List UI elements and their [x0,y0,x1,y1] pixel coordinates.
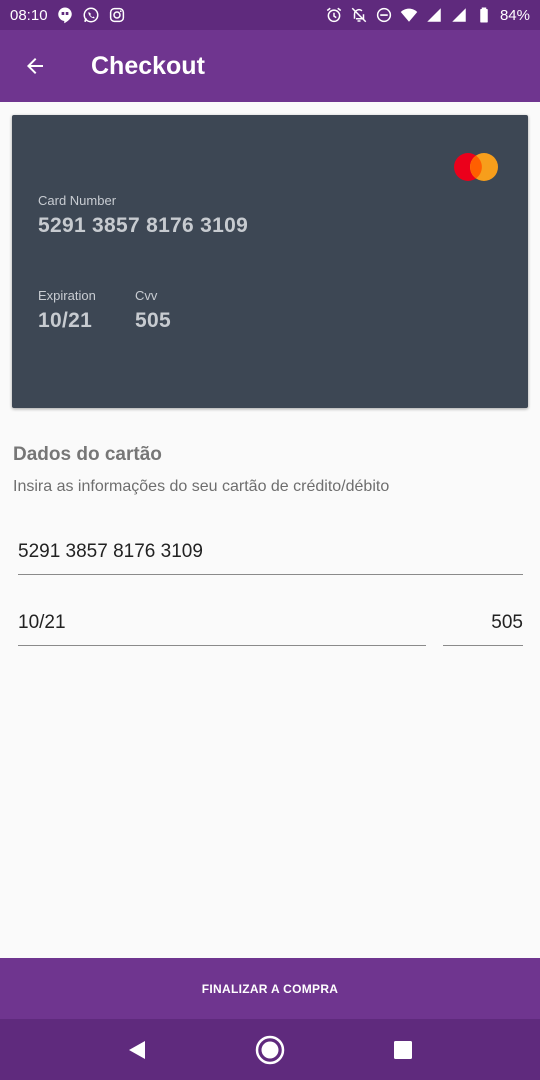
mastercard-icon [454,153,498,181]
card-expiration-label: Expiration [38,288,96,303]
notifications-off-icon [350,6,368,24]
page-title: Checkout [91,51,205,80]
back-button[interactable] [0,30,70,102]
status-battery-text: 84% [499,6,530,24]
wifi-icon [400,6,418,24]
cvv-input[interactable] [443,608,523,646]
card-data-title: Dados do cartão [13,444,162,465]
arrow-back-icon [23,54,47,78]
nav-back-button[interactable] [113,1026,161,1074]
back-triangle-icon [128,1040,145,1059]
card-data-subtitle: Insira as informações do seu cartão de c… [13,478,390,495]
card-number-display: 5291 3857 8176 3109 [38,214,249,237]
do-not-disturb-icon [375,6,393,24]
home-circle-icon [255,1035,285,1064]
recents-square-icon [394,1040,413,1059]
expiration-input[interactable] [18,608,426,646]
status-time: 08:10 [10,6,48,24]
nav-home-button[interactable] [246,1026,294,1074]
card-expiration-display: 10/21 [38,309,93,332]
status-bar: 08:10 84% [0,0,540,30]
card-cvv-label: Cvv [135,288,158,303]
battery-icon [475,6,493,24]
signal-icon [450,6,468,24]
status-left: 08:10 [10,6,126,24]
hangouts-icon [56,6,74,24]
credit-card-preview: Card Number 5291 3857 8176 3109 Expirati… [12,115,528,408]
instagram-icon [108,6,126,24]
finish-purchase-label: FINALIZAR A COMPRA [201,981,339,996]
nav-recents-button[interactable] [379,1026,427,1074]
whatsapp-icon [82,6,100,24]
signal-icon [425,6,443,24]
app-bar: Checkout [0,30,540,102]
alarm-icon [325,6,343,24]
navigation-bar [0,1019,540,1080]
card-cvv-display: 505 [135,309,171,332]
finish-purchase-button[interactable]: FINALIZAR A COMPRA [0,958,540,1019]
card-number-label: Card Number [38,193,117,208]
status-right: 84% [325,6,530,24]
card-number-input[interactable] [18,537,523,575]
